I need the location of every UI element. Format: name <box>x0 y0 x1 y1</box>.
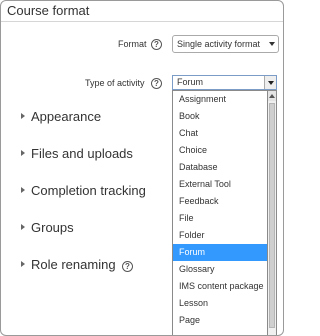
dropdown-option[interactable]: Forum <box>173 244 267 261</box>
section-title: Course format <box>7 3 90 18</box>
chevron-right-icon <box>21 261 25 267</box>
format-select-value: Single activity format <box>177 39 261 49</box>
dropdown-option[interactable]: IMS content package <box>173 278 267 295</box>
settings-panel: Course format Format ? Single activity f… <box>0 0 284 336</box>
dropdown-option[interactable]: Feedback <box>173 193 267 210</box>
role-renaming-help-icon[interactable]: ? <box>122 261 133 272</box>
dropdown-option[interactable]: File <box>173 210 267 227</box>
chevron-right-icon <box>21 187 25 193</box>
dropdown-option[interactable]: Chat <box>173 125 267 142</box>
groups-label: Groups <box>31 220 74 235</box>
dropdown-option[interactable]: Assignment <box>173 91 267 108</box>
files-uploads-section-header[interactable]: Files and uploads <box>1 143 166 165</box>
format-help-icon[interactable]: ? <box>151 39 162 50</box>
dropdown-arrow-icon[interactable] <box>264 76 276 89</box>
chevron-right-icon <box>21 113 25 119</box>
activity-dropdown-list: Assignment Book Chat Choice Database External… <box>172 90 268 335</box>
dropdown-option[interactable]: Choice <box>173 142 267 159</box>
files-uploads-label: Files and uploads <box>31 146 133 161</box>
chevron-right-icon <box>21 150 25 156</box>
dropdown-option[interactable]: Lesson <box>173 295 267 312</box>
role-renaming-section-header[interactable]: Role renaming ? <box>1 254 166 276</box>
dropdown-option[interactable]: Book <box>173 108 267 125</box>
chevron-down-icon <box>269 42 275 46</box>
role-renaming-label: Role renaming <box>31 257 116 272</box>
completion-tracking-section-header[interactable]: Completion tracking <box>1 180 166 202</box>
format-label: Format <box>118 39 147 49</box>
dropdown-option[interactable]: Glossary <box>173 261 267 278</box>
scrollbar-thumb[interactable] <box>269 103 275 328</box>
appearance-label: Appearance <box>31 109 102 124</box>
scroll-up-arrow-icon[interactable] <box>268 91 276 101</box>
format-select[interactable]: Single activity format <box>172 35 279 53</box>
dropdown-option[interactable]: External Tool <box>173 176 267 193</box>
type-of-activity-label: Type of activity <box>85 78 145 88</box>
type-select-value: Forum <box>177 77 204 87</box>
type-help-icon[interactable]: ? <box>151 78 162 89</box>
dropdown-option[interactable]: Page <box>173 312 267 329</box>
dropdown-option[interactable]: Folder <box>173 227 267 244</box>
appearance-section-header[interactable]: Appearance <box>1 106 166 128</box>
groups-section-header[interactable]: Groups <box>1 217 166 239</box>
completion-tracking-label: Completion tracking <box>31 183 146 198</box>
type-of-activity-select[interactable]: Forum <box>172 75 277 90</box>
section-divider <box>1 21 283 22</box>
dropdown-option[interactable]: Database <box>173 159 267 176</box>
dropdown-scrollbar[interactable] <box>268 90 277 335</box>
chevron-right-icon <box>21 224 25 230</box>
